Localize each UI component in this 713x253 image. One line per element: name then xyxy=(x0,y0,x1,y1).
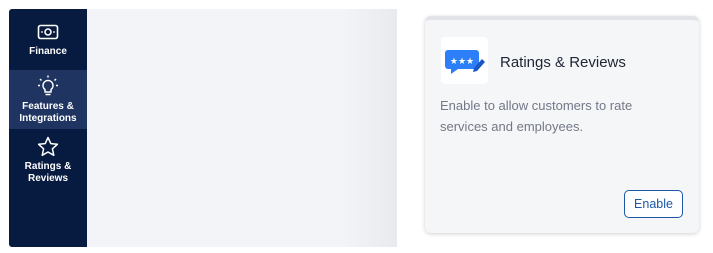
lightbulb-icon xyxy=(38,75,58,96)
sidebar-item-label-line1: Features & xyxy=(22,101,74,112)
sidebar-item-label-line2: Reviews xyxy=(27,173,69,184)
ratings-chat-icon: ★★★ xyxy=(445,50,485,74)
app-root: Finance Features & Integrations Ratings … xyxy=(0,0,713,253)
sidebar-item-finance[interactable]: Finance xyxy=(9,9,87,67)
sidebar-item-label: Finance xyxy=(29,46,67,57)
app-icon-tile: ★★★ xyxy=(441,37,488,84)
sidebar-item-ratings-reviews[interactable]: Ratings & Reviews xyxy=(9,129,87,189)
sidebar-nav: Finance Features & Integrations Ratings … xyxy=(9,9,87,247)
svg-text:★★★: ★★★ xyxy=(450,57,474,67)
integration-card-ratings-reviews: ★★★ Ratings & Reviews Enable to allow cu… xyxy=(425,16,699,233)
main-content-area xyxy=(87,9,397,247)
sidebar-item-label-line2: Integrations xyxy=(19,113,77,124)
cash-icon xyxy=(37,24,59,40)
card-title: Ratings & Reviews xyxy=(500,54,626,71)
star-icon xyxy=(37,136,59,157)
card-description: Enable to allow customers to rate servic… xyxy=(440,98,633,134)
sidebar-item-label-line1: Ratings & xyxy=(24,161,72,172)
sidebar-item-features-integrations[interactable]: Features & Integrations xyxy=(9,70,87,129)
enable-button[interactable]: Enable xyxy=(624,190,683,218)
